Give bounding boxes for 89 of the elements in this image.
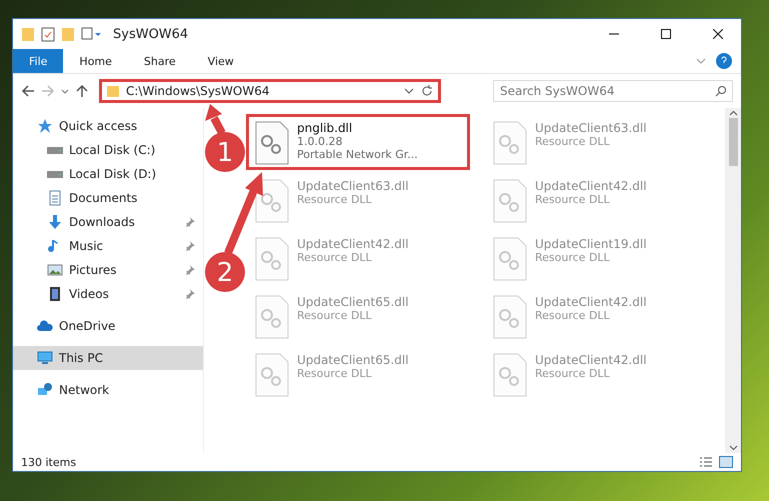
- file-detail: Resource DLL: [297, 309, 373, 322]
- file-gears-icon: [255, 121, 289, 165]
- network-icon: [37, 382, 53, 398]
- scroll-thumb[interactable]: [728, 118, 738, 166]
- pin-icon: [185, 289, 195, 299]
- search-field[interactable]: Search SysWOW64: [493, 80, 733, 102]
- sidebar-item[interactable]: Music: [13, 234, 203, 258]
- address-bar[interactable]: C:\Windows\SysWOW64: [99, 79, 441, 103]
- file-name: UpdateClient42.dll: [297, 237, 409, 251]
- picture-icon: [719, 456, 733, 468]
- chevron-down-icon: [728, 445, 738, 451]
- scroll-down-button[interactable]: [728, 443, 738, 453]
- file-name: UpdateClient63.dll: [535, 121, 647, 135]
- number-badge: 1: [205, 132, 245, 172]
- chevron-up-icon: [728, 110, 738, 116]
- callout-arrow: [205, 104, 226, 135]
- sidebar-item[interactable]: This PC: [13, 346, 203, 370]
- file-gears-icon: [255, 295, 289, 339]
- sidebar-item[interactable]: Network: [13, 378, 203, 402]
- sidebar-item[interactable]: Local Disk (C:): [13, 138, 203, 162]
- pin-icon: [185, 265, 195, 275]
- folder-icon: [21, 26, 35, 42]
- file-name: UpdateClient65.dll: [297, 295, 409, 309]
- file-name: UpdateClient19.dll: [535, 237, 647, 251]
- file-gears-icon: [493, 179, 527, 223]
- file-detail: Resource DLL: [297, 251, 373, 264]
- file-gears-icon: [493, 237, 527, 281]
- refresh-icon[interactable]: [420, 84, 434, 98]
- file-gears-icon: [255, 353, 289, 397]
- document-icon: [47, 190, 63, 206]
- drive-icon: [47, 170, 63, 178]
- file-detail: Resource DLL: [297, 367, 373, 380]
- sidebar-item[interactable]: Pictures: [13, 258, 203, 282]
- close-icon: [713, 29, 723, 39]
- scrollbar[interactable]: [725, 108, 741, 453]
- file-name: pnglib.dll: [297, 121, 354, 135]
- file-detail: 1.0.0.28: [297, 135, 344, 148]
- ribbon-tab[interactable]: Share: [128, 49, 192, 73]
- number-badge: 2: [205, 252, 245, 292]
- picture-icon: [47, 262, 63, 278]
- file-name: UpdateClient65.dll: [297, 353, 409, 367]
- chevron-down-icon[interactable]: [404, 86, 414, 96]
- file-gears-icon: [255, 179, 289, 223]
- file-name: UpdateClient63.dll: [297, 179, 409, 193]
- file-gears-icon: [493, 121, 527, 165]
- file-gears-icon: [255, 237, 289, 281]
- ribbon-tab[interactable]: File: [13, 49, 64, 73]
- sidebar-item[interactable]: Videos: [13, 282, 203, 306]
- ribbon-tab[interactable]: Home: [63, 49, 128, 73]
- download-icon: [47, 214, 63, 230]
- file-detail: Resource DLL: [535, 251, 611, 264]
- file-name: UpdateClient42.dll: [535, 179, 647, 193]
- checklist-icon[interactable]: [41, 26, 55, 42]
- film-icon: [47, 286, 63, 302]
- sidebar-item[interactable]: Documents: [13, 186, 203, 210]
- file-detail: Resource DLL: [535, 367, 611, 380]
- file-gears-icon: [493, 353, 527, 397]
- file-item[interactable]: pnglib.dll 1.0.0.28 Portable Network Gr...: [246, 114, 470, 170]
- file-gears-icon: [493, 295, 527, 339]
- file-detail: Resource DLL: [535, 193, 611, 206]
- back-arrow-icon[interactable]: [21, 84, 35, 98]
- list-icon: [699, 456, 713, 468]
- file-detail: Portable Network Gr...: [297, 148, 418, 161]
- sidebar-item[interactable]: OneDrive: [13, 314, 203, 338]
- monitor-icon: [37, 350, 53, 366]
- file-name: UpdateClient42.dll: [535, 295, 647, 309]
- drive-icon: [47, 146, 63, 154]
- file-detail: Resource DLL: [535, 309, 611, 322]
- details-view-button[interactable]: [699, 456, 713, 468]
- properties-icon[interactable]: [81, 26, 103, 42]
- window-title: SysWOW64: [113, 26, 190, 42]
- ribbon-tab[interactable]: View: [192, 49, 250, 73]
- sidebar-item[interactable]: Quick access: [13, 114, 203, 138]
- pin-icon: [185, 241, 195, 251]
- item-count: 130 items: [21, 456, 78, 468]
- scroll-up-button[interactable]: [728, 108, 738, 118]
- maximize-icon: [661, 29, 671, 39]
- up-arrow-icon[interactable]: [75, 84, 89, 98]
- tiles-view-button[interactable]: [719, 456, 733, 468]
- file-name: UpdateClient42.dll: [535, 353, 647, 367]
- star-icon: [37, 118, 53, 134]
- folder-icon: [106, 84, 120, 98]
- sidebar-item[interactable]: Local Disk (D:): [13, 162, 203, 186]
- sidebar-item[interactable]: Downloads: [13, 210, 203, 234]
- file-detail: Resource DLL: [297, 193, 373, 206]
- search-icon: [715, 85, 727, 97]
- file-detail: Resource DLL: [535, 135, 611, 148]
- cloud-icon: [37, 318, 53, 334]
- pin-icon: [185, 217, 195, 227]
